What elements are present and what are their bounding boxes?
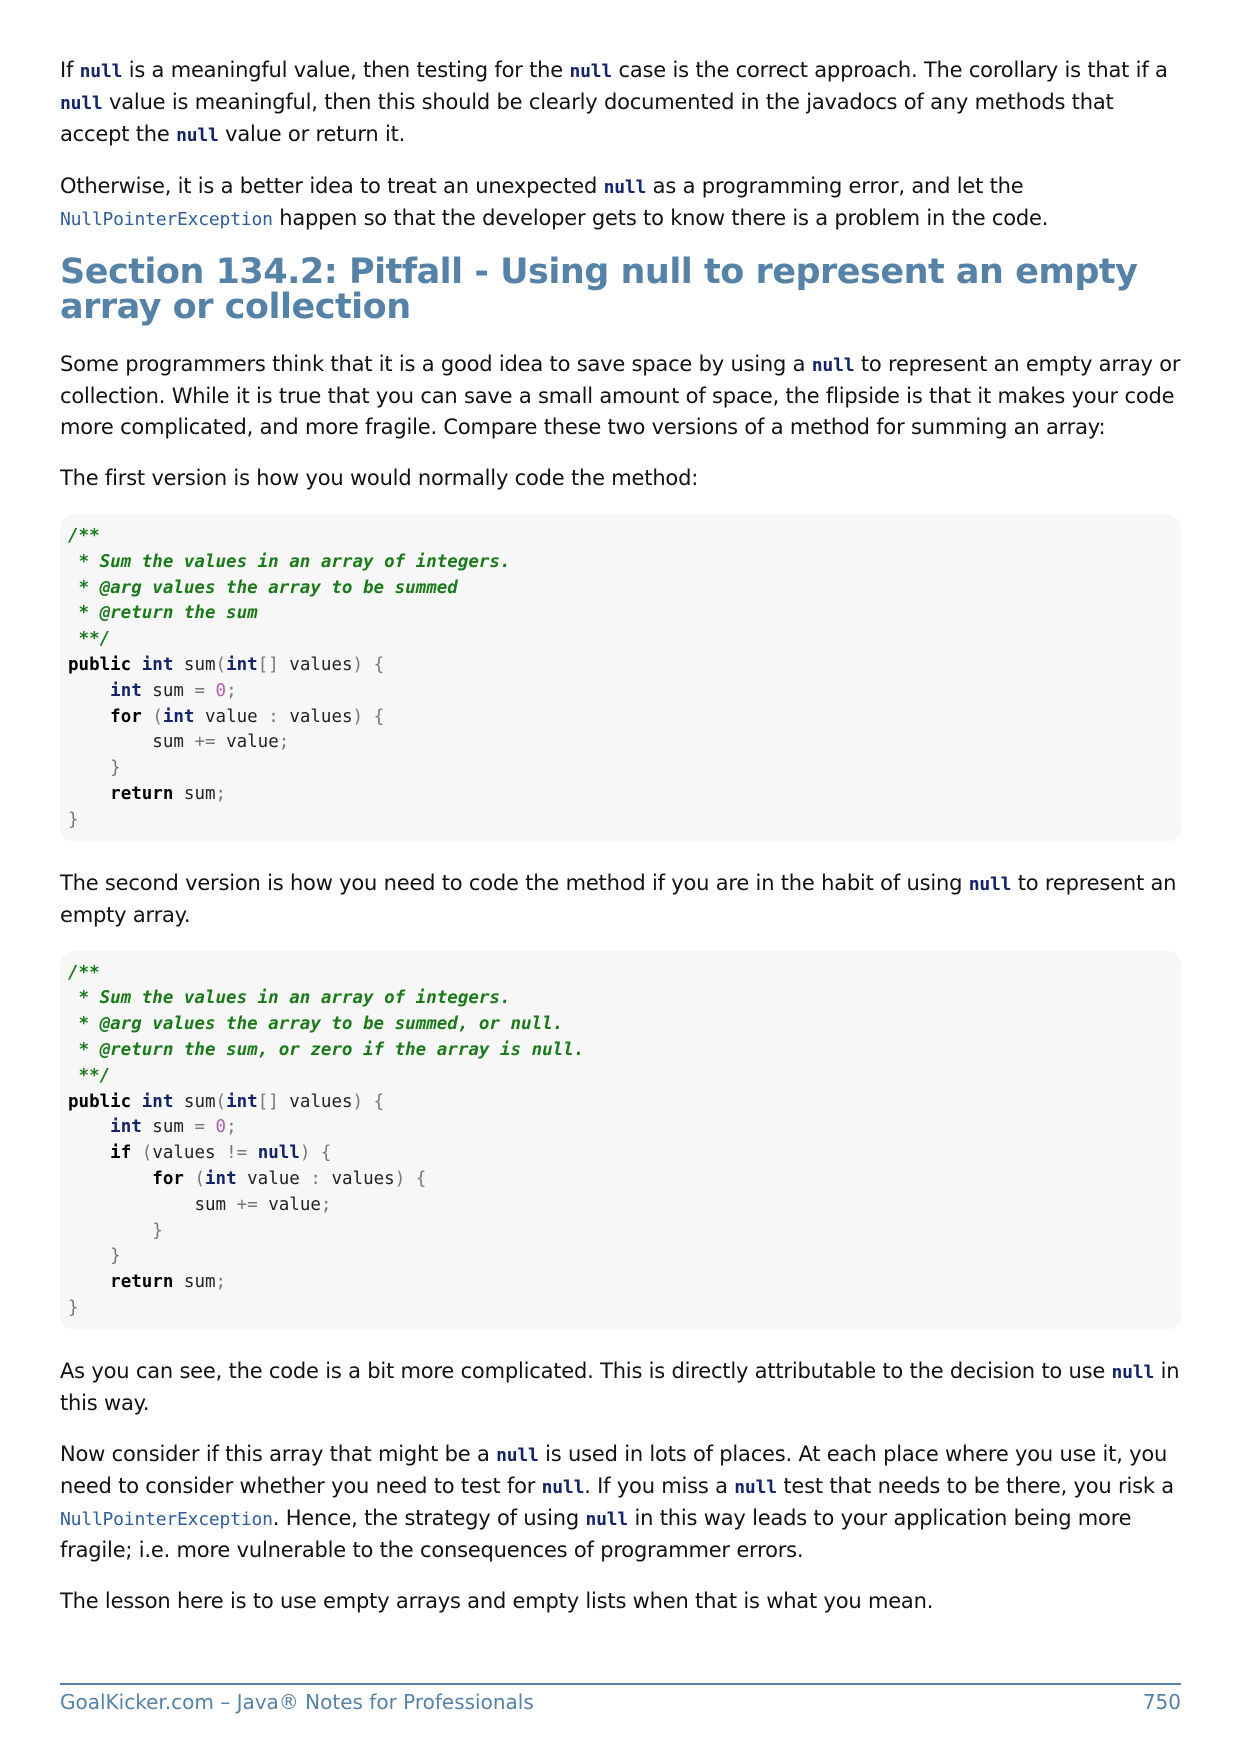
section-heading: Section 134.2: Pitfall - Using null to r… (60, 252, 1138, 327)
code-ident: sum (141, 1117, 195, 1138)
paragraph-lesson: The lesson here is to use empty arrays a… (60, 1588, 934, 1613)
code-type: int (110, 1117, 142, 1138)
code-ident: values (278, 1091, 353, 1112)
inline-code-null: null (496, 1444, 539, 1466)
code-ident: values (278, 706, 353, 727)
inline-code-null: null (585, 1508, 629, 1530)
code-ident: values (320, 1168, 395, 1189)
code-comment: **/ (68, 1065, 111, 1086)
code-number: 0 (215, 680, 227, 701)
code-type: int (110, 680, 142, 701)
code-ident: sum (194, 1194, 237, 1215)
text: . Hence, the strategy of using (272, 1505, 586, 1530)
code-keyword: return (110, 1272, 174, 1293)
code-keyword: for (110, 706, 142, 727)
code-ident: value (194, 706, 269, 727)
code-ident: values (152, 1143, 227, 1164)
code-type: int (226, 1091, 258, 1112)
text: value or return it. (218, 122, 406, 146)
text: . If you miss a (584, 1473, 735, 1498)
paragraph-complicated: As you can see, the code is a bit more c… (60, 1356, 1181, 1419)
code-ident: values (278, 654, 353, 675)
code-number: 0 (215, 1117, 227, 1138)
code-keyword: if (110, 1143, 132, 1164)
code-type: int (141, 654, 174, 675)
paragraph-second-version: The second version is how you need to co… (60, 868, 1181, 931)
page-number: 750 (1142, 1690, 1181, 1714)
paragraph-consider: Now consider if this array that might be… (60, 1439, 1181, 1566)
paragraph-first-version: The first version is how you would norma… (60, 466, 699, 490)
code-comment: /** (68, 962, 100, 983)
code-keyword: public (68, 654, 132, 675)
text: happen so that the developer gets to kno… (272, 206, 1049, 230)
text: If (60, 58, 80, 82)
text: is a meaningful value, then testing for … (122, 58, 570, 82)
page-content: If null is a meaningful value, then test… (60, 55, 1181, 1637)
code-block-first-version: /** * Sum the values in an array of inte… (60, 514, 1181, 842)
paragraph-null-meaningful: If null is a meaningful value, then test… (60, 55, 1181, 151)
class-link-npe[interactable]: NullPointerException (60, 1509, 273, 1530)
class-link-npe[interactable]: NullPointerException (60, 209, 273, 230)
code-comment: **/ (68, 629, 111, 650)
text: case is the correct approach. The coroll… (612, 58, 1168, 82)
code-comment: * Sum the values in an array of integers… (68, 988, 511, 1009)
code-comment: * @return the sum, or zero if the array … (68, 1039, 585, 1060)
code-type: int (226, 654, 258, 675)
inline-code-null: null (968, 873, 1012, 895)
text: test that needs to be there, you risk a (776, 1473, 1174, 1498)
inline-code-null: null (734, 1476, 777, 1498)
code-ident: value (215, 732, 279, 753)
paragraph-otherwise: Otherwise, it is a better idea to treat … (60, 171, 1181, 235)
code-ident: value (257, 1194, 321, 1215)
text: Now consider if this array that might be… (60, 1441, 497, 1466)
code-comment: /** (68, 526, 100, 546)
inline-code-null: null (176, 125, 219, 146)
code-comment: * Sum the values in an array of integers… (68, 551, 511, 572)
inline-code-null: null (603, 177, 647, 198)
footer-source[interactable]: GoalKicker.com – Java® Notes for Profess… (60, 1690, 534, 1714)
code-block-second-version: /** * Sum the values in an array of inte… (60, 950, 1181, 1330)
text: As you can see, the code is a bit more c… (60, 1358, 1112, 1383)
text: The second version is how you need to co… (60, 870, 969, 895)
text: Otherwise, it is a better idea to treat … (60, 174, 604, 198)
code-ident: sum (173, 654, 216, 675)
code-comment: * @return the sum (68, 603, 258, 624)
inline-code-null: null (1111, 1361, 1155, 1383)
code-keyword: public (68, 1091, 132, 1112)
code-ident: sum (173, 783, 216, 804)
text: Some programmers think that it is a good… (60, 352, 812, 376)
code-keyword: null (257, 1143, 300, 1164)
inline-code-null: null (569, 61, 613, 82)
code-ident: value (236, 1168, 311, 1189)
code-ident: sum (173, 1091, 216, 1112)
code-ident: sum (152, 732, 195, 753)
inline-code-null: null (60, 93, 103, 114)
code-ident: sum (173, 1272, 216, 1293)
paragraph-intro: Some programmers think that it is a good… (60, 349, 1181, 443)
code-keyword: for (152, 1168, 184, 1189)
code-type: int (141, 1091, 174, 1112)
code-type: int (205, 1168, 237, 1189)
inline-code-null: null (541, 1476, 585, 1498)
code-ident: sum (141, 680, 195, 701)
code-comment: * @arg values the array to be summed (68, 577, 458, 598)
inline-code-null: null (811, 355, 855, 376)
inline-code-null: null (79, 61, 123, 82)
footer-divider (60, 1683, 1181, 1685)
code-keyword: return (110, 783, 174, 804)
text: as a programming error, and let the (646, 174, 1024, 198)
code-comment: * @arg values the array to be summed, or… (68, 1014, 564, 1035)
code-type: int (162, 706, 195, 727)
